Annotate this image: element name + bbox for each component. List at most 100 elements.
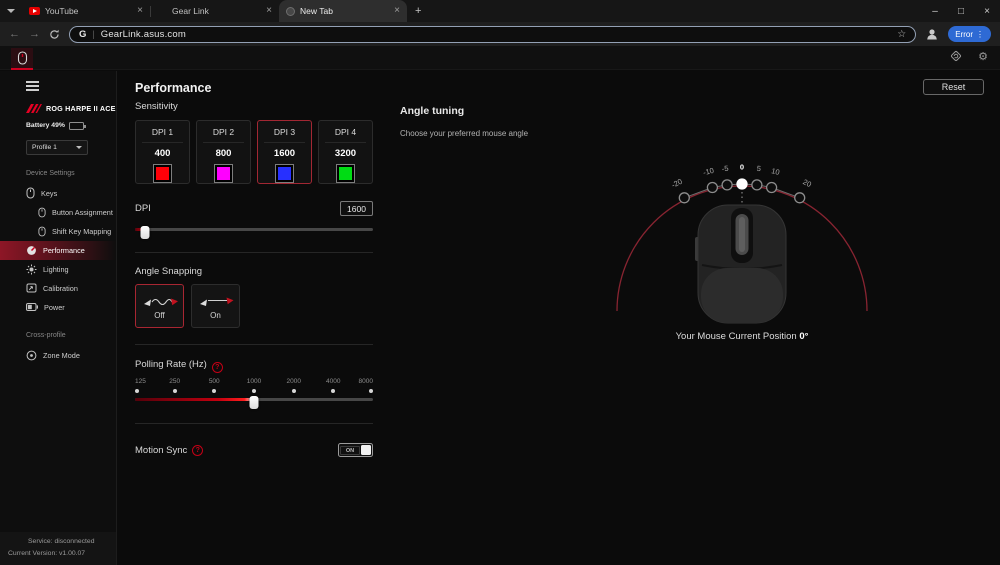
hamburger-menu-icon[interactable] [26, 81, 39, 91]
sidebar-item-performance[interactable]: Performance [0, 240, 116, 260]
device-tab-mouse[interactable] [11, 48, 33, 70]
forward-icon[interactable]: → [29, 28, 40, 40]
straight-path-icon [199, 297, 233, 306]
calibration-icon [26, 283, 37, 293]
angle-node--10[interactable] [706, 181, 719, 194]
angle-node-5[interactable] [751, 179, 763, 191]
divider [142, 142, 183, 143]
mouse-icon [38, 207, 46, 218]
close-icon[interactable]: × [137, 6, 143, 16]
dpi-color-swatch[interactable] [153, 164, 172, 183]
back-icon[interactable]: ← [9, 28, 20, 40]
browser-toolbar: ← → G | GearLink.asus.com ☆ Error ⋮ [0, 22, 1000, 46]
dpi-stage-label: DPI 1 [151, 127, 174, 137]
mouse-position-caption: Your Mouse Current Position 0° [552, 331, 932, 342]
close-icon[interactable]: × [394, 6, 400, 16]
dpi-color-swatch[interactable] [275, 164, 294, 183]
service-status: Service: disconnected [28, 537, 95, 545]
sidebar-item-button-assignment[interactable]: Button Assignment [0, 203, 116, 222]
divider [135, 252, 373, 253]
slider-fill [135, 398, 254, 401]
reset-button[interactable]: Reset [923, 79, 984, 95]
minimize-button[interactable]: – [922, 1, 948, 21]
divider [264, 142, 305, 143]
battery-status: Battery 49% [26, 121, 116, 130]
version-text: Current Version: v1.00.07 [8, 549, 86, 557]
sidebar-item-label: Power [44, 302, 65, 312]
tab-search-button[interactable] [0, 0, 22, 22]
dpi-stage-2[interactable]: DPI 2 800 [196, 120, 251, 184]
bookmark-star-icon[interactable]: ☆ [897, 29, 906, 40]
angle-gauge: -20 -10 -5 0 5 10 20 [616, 163, 868, 324]
divider [135, 423, 373, 424]
divider [135, 344, 373, 345]
tick-label: 8000 [358, 378, 373, 385]
sidebar-item-lighting[interactable]: Lighting [0, 260, 116, 279]
angle-node--20[interactable] [678, 192, 690, 204]
sidebar-item-label: Shift Key Mapping [52, 226, 112, 236]
polling-slider-thumb[interactable] [249, 396, 259, 409]
help-icon[interactable]: ? [211, 362, 223, 373]
rog-logo-icon [26, 103, 42, 113]
angle-node-20[interactable] [794, 192, 806, 204]
tab-new-tab[interactable]: New Tab × [279, 0, 407, 22]
polling-rate-slider[interactable]: 125 250 500 1000 2000 4000 8000 [135, 378, 373, 412]
reload-icon[interactable] [49, 29, 60, 40]
site-favicon: G [79, 28, 87, 40]
motion-sync-row: Motion Sync? ON [135, 443, 373, 457]
angle-node-10[interactable] [765, 181, 778, 194]
help-icon[interactable]: ? [192, 444, 204, 456]
dpi-slider-thumb[interactable] [140, 226, 150, 239]
dpi-stage-4[interactable]: DPI 4 3200 [318, 120, 373, 184]
angle-node--5[interactable] [721, 179, 733, 191]
mouse-device-icon [17, 51, 27, 65]
profile-avatar-icon[interactable] [925, 27, 939, 41]
browser-error-button[interactable]: Error ⋮ [948, 26, 991, 42]
window-controls: – □ × [922, 1, 1000, 21]
polling-slider-track-area[interactable] [135, 395, 373, 411]
tab-gear-link[interactable]: Gear Link × [151, 0, 279, 22]
dpi-value-box[interactable]: 1600 [340, 201, 373, 216]
dpi-color-swatch[interactable] [336, 164, 355, 183]
sidebar-item-power[interactable]: Power [0, 298, 116, 317]
dpi-stage-label: DPI 3 [273, 127, 296, 137]
dpi-color-swatch[interactable] [214, 164, 233, 183]
angle-snapping-off[interactable]: Off [135, 284, 184, 328]
sidebar-item-calibration[interactable]: Calibration [0, 279, 116, 298]
tab-youtube[interactable]: YouTube × [22, 0, 150, 22]
divider [325, 142, 366, 143]
angle-tuning-subtitle: Choose your preferred mouse angle [400, 129, 529, 138]
new-tab-button[interactable]: + [407, 5, 429, 17]
mouse-icon [26, 187, 35, 199]
address-bar[interactable]: G | GearLink.asus.com ☆ [69, 25, 917, 43]
dpi-stage-value: 400 [154, 148, 171, 159]
sidebar-item-shift-key-mapping[interactable]: Shift Key Mapping [0, 222, 116, 241]
dpi-stage-3[interactable]: DPI 3 1600 [257, 120, 312, 184]
settings-gear-icon[interactable]: ⚙ [978, 50, 988, 63]
brightness-icon [26, 264, 37, 275]
tab-favicon [286, 6, 295, 16]
dpi-slider[interactable] [135, 225, 373, 239]
tick-label: 500 [208, 378, 220, 385]
close-window-button[interactable]: × [974, 1, 1000, 21]
close-icon[interactable]: × [266, 6, 272, 16]
motion-sync-toggle[interactable]: ON [338, 443, 373, 457]
dpi-stage-label: DPI 2 [212, 127, 235, 137]
dpi-stage-1[interactable]: DPI 1 400 [135, 120, 190, 184]
sync-icon[interactable] [950, 50, 962, 62]
slider-track[interactable] [135, 228, 373, 231]
youtube-icon [29, 7, 40, 15]
url-text: GearLink.asus.com [100, 28, 186, 40]
angle-node-0-selected[interactable] [736, 178, 748, 190]
tab-title: YouTube [45, 6, 79, 16]
maximize-button[interactable]: □ [948, 1, 974, 21]
sidebar-item-zone-mode[interactable]: Zone Mode [0, 346, 116, 365]
tick-label: 4000 [326, 378, 341, 385]
profile-select[interactable]: Profile 1 [26, 139, 88, 155]
angle-snapping-on[interactable]: On [191, 284, 240, 328]
header-actions: ⚙ [950, 50, 988, 63]
caption-value: 0° [799, 331, 809, 342]
option-label: On [210, 310, 221, 320]
chevron-down-icon [76, 145, 82, 149]
sidebar-item-keys[interactable]: Keys [0, 184, 116, 203]
